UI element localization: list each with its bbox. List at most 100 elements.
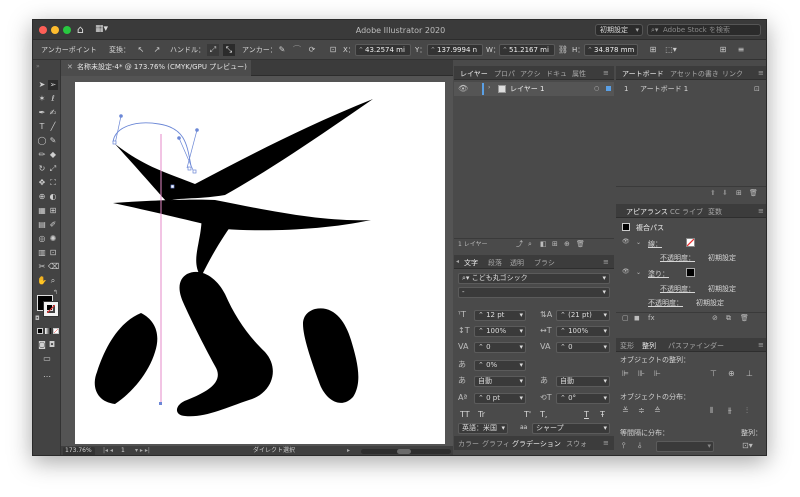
align-top-icon[interactable]: ⊤ bbox=[710, 370, 717, 378]
aki-right-select[interactable]: 自動 ▾ bbox=[556, 376, 610, 387]
duplicate-item-icon[interactable]: ⧉ bbox=[726, 315, 731, 322]
distribute-h-center-icon[interactable]: ⫵ bbox=[728, 407, 732, 415]
distribute-right-icon[interactable]: ⫶ bbox=[746, 407, 748, 415]
transform-icon[interactable]: ⊞ bbox=[647, 44, 659, 56]
x-position-field[interactable]: ⌃ 43.2574 mi bbox=[355, 44, 411, 56]
new-artboard-icon[interactable]: ⊞ bbox=[736, 190, 742, 197]
artboard-name[interactable]: アートボード 1 bbox=[640, 86, 688, 93]
move-up-icon[interactable]: ⬆ bbox=[710, 190, 716, 197]
eraser-tool-icon[interactable]: ⌫ bbox=[48, 262, 59, 272]
move-down-icon[interactable]: ⬇ bbox=[722, 190, 728, 197]
zoom-tool-icon[interactable]: ⌕ bbox=[48, 276, 58, 286]
selection-indicator[interactable] bbox=[606, 86, 611, 91]
artboard-row[interactable]: 1 アートボード 1 ⊡ bbox=[616, 83, 766, 95]
leading-field[interactable]: ⌃ (21 pt) ▾ bbox=[556, 310, 610, 321]
color-mode-icon[interactable] bbox=[37, 328, 43, 334]
panel-menu-icon[interactable]: ≡ bbox=[758, 69, 764, 77]
align-bottom-icon[interactable]: ⊥ bbox=[746, 370, 753, 378]
gradient-mode-icon[interactable] bbox=[45, 328, 51, 334]
hide-handles-icon[interactable]: ⤡ bbox=[223, 44, 235, 56]
delete-icon[interactable]: 🗑 bbox=[576, 241, 585, 248]
hand-tool-icon[interactable]: ✋ bbox=[37, 276, 47, 286]
expand-layer-icon[interactable]: › bbox=[488, 85, 490, 91]
height-field[interactable]: ⌃ 34.878 mm bbox=[584, 44, 638, 56]
tab-variables[interactable]: 変数 bbox=[708, 207, 722, 217]
shape-builder-icon[interactable]: ⊕ bbox=[37, 192, 47, 202]
blend-tool-icon[interactable]: ◎ bbox=[37, 234, 47, 244]
collapse-icon[interactable]: » bbox=[36, 64, 40, 70]
symbol-sprayer-icon[interactable]: ✺ bbox=[48, 234, 58, 244]
zoom-field[interactable]: 173.76% bbox=[63, 447, 95, 455]
draw-mode-icon[interactable]: ◙ bbox=[37, 340, 47, 350]
artboard-number[interactable]: 1 bbox=[121, 448, 125, 454]
chevron-down-icon[interactable]: ⌄ bbox=[636, 240, 641, 246]
add-stroke-icon[interactable]: ▢ bbox=[622, 315, 629, 322]
fx-icon[interactable]: fx bbox=[648, 315, 655, 322]
fill-color-swatch[interactable] bbox=[686, 268, 695, 277]
selection-tool-icon[interactable]: ➤ bbox=[37, 80, 47, 90]
font-family-select[interactable]: ⌕▾ こども丸ゴシック ▾ bbox=[458, 273, 610, 284]
type-tool-icon[interactable]: T bbox=[37, 122, 47, 132]
tab-paragraph[interactable]: 段落 bbox=[488, 258, 502, 268]
tracking-field[interactable]: ⌃ 0 ▾ bbox=[556, 342, 610, 353]
distribute-v-center-icon[interactable]: ≑ bbox=[638, 407, 645, 415]
tab-links[interactable]: リンク bbox=[722, 69, 743, 79]
eye-icon[interactable]: 👁 bbox=[622, 269, 630, 275]
tab-properties[interactable]: プロパ bbox=[494, 69, 515, 79]
horizontal-scrollbar[interactable] bbox=[361, 449, 451, 454]
panel-menu-icon[interactable]: ≡ bbox=[758, 341, 764, 349]
align-h-center-icon[interactable]: ⊪ bbox=[638, 370, 645, 378]
default-colors-icon[interactable]: ◘ bbox=[35, 316, 40, 322]
fill-opacity-label[interactable]: 不透明度： bbox=[660, 286, 695, 293]
slice-tool-icon[interactable]: ✂ bbox=[37, 262, 47, 272]
distribute-top-icon[interactable]: ≚ bbox=[622, 407, 629, 415]
show-handles-icon[interactable]: ⤢ bbox=[207, 44, 219, 56]
align-menu-icon[interactable]: ⬚▾ bbox=[663, 44, 679, 56]
align-right-icon[interactable]: ⊩ bbox=[654, 370, 661, 378]
target-icon[interactable]: ○ bbox=[594, 86, 599, 92]
artboard-tool-icon[interactable]: ⊡ bbox=[48, 248, 58, 258]
layer-row[interactable]: 👁 › レイヤー 1 ○ bbox=[454, 82, 614, 96]
y-position-field[interactable]: ⌃ 137.9994 n bbox=[427, 44, 483, 56]
mesh-tool-icon[interactable]: ⊞ bbox=[48, 206, 58, 216]
live-paint-icon[interactable]: ◐ bbox=[48, 192, 58, 202]
tab-gradient[interactable]: グラデーション bbox=[512, 439, 561, 449]
align-to-selection-icon[interactable]: ⊡▾ bbox=[742, 442, 753, 450]
font-size-field[interactable]: ⌃ 12 pt ▾ bbox=[474, 310, 526, 321]
chevron-down-icon[interactable]: ⌄ bbox=[636, 270, 641, 276]
export-icon[interactable]: ⤴ bbox=[516, 241, 523, 248]
tab-asset-export[interactable]: アセットの書き bbox=[670, 69, 719, 79]
strikethrough-button[interactable]: Ŧ bbox=[600, 411, 605, 419]
line-tool-icon[interactable]: ╱ bbox=[48, 122, 58, 132]
rotate-tool-icon[interactable]: ↻ bbox=[37, 164, 47, 174]
distribute-left-icon[interactable]: ⫴ bbox=[710, 407, 713, 415]
tab-transform[interactable]: 変形 bbox=[620, 341, 634, 351]
tab-document-info[interactable]: ドキュ bbox=[546, 69, 567, 79]
distribute-v-space-icon[interactable]: ⫯ bbox=[622, 442, 625, 450]
none-mode-icon[interactable] bbox=[53, 328, 59, 334]
stock-search-field[interactable]: ⌕▾ Adobe Stock を検索 bbox=[647, 24, 761, 36]
status-menu-icon[interactable]: ▸ bbox=[347, 448, 350, 454]
underline-button[interactable]: T bbox=[584, 411, 589, 419]
brush-tool-icon[interactable]: ✏ bbox=[37, 150, 47, 160]
all-caps-button[interactable]: TT bbox=[460, 411, 470, 419]
aki-left-select[interactable]: 自動 ▾ bbox=[474, 376, 526, 387]
tab-align[interactable]: 整列 bbox=[642, 341, 656, 351]
tab-swatches[interactable]: スウォ bbox=[566, 439, 587, 449]
screen-mode-icon[interactable]: ▭ bbox=[42, 354, 52, 364]
canvas-area[interactable] bbox=[61, 76, 453, 446]
spacing-value-field[interactable]: ▾ bbox=[656, 441, 714, 452]
workspace-switcher[interactable]: 初期設定 ▾ bbox=[595, 24, 643, 36]
connect-anchor-icon[interactable]: ⌒ bbox=[291, 44, 303, 56]
tab-appearance[interactable]: アピアランス bbox=[626, 207, 668, 217]
close-tab-icon[interactable]: ✕ bbox=[67, 64, 73, 71]
remove-anchor-icon[interactable]: ✎ bbox=[276, 44, 288, 56]
tab-transparency[interactable]: 透明 bbox=[510, 258, 524, 268]
baseline-shift-field[interactable]: ⌃ 0 pt ▾ bbox=[474, 393, 526, 404]
kerning-field[interactable]: ⌃ 0 ▾ bbox=[474, 342, 526, 353]
locate-object-icon[interactable]: ⌕ bbox=[528, 241, 532, 248]
subscript-button[interactable]: T, bbox=[540, 411, 547, 419]
tab-layers[interactable]: レイヤー bbox=[460, 69, 488, 79]
shaper-tool-icon[interactable]: ◆ bbox=[48, 150, 58, 160]
panel-menu-icon[interactable]: ≡ bbox=[758, 207, 764, 215]
